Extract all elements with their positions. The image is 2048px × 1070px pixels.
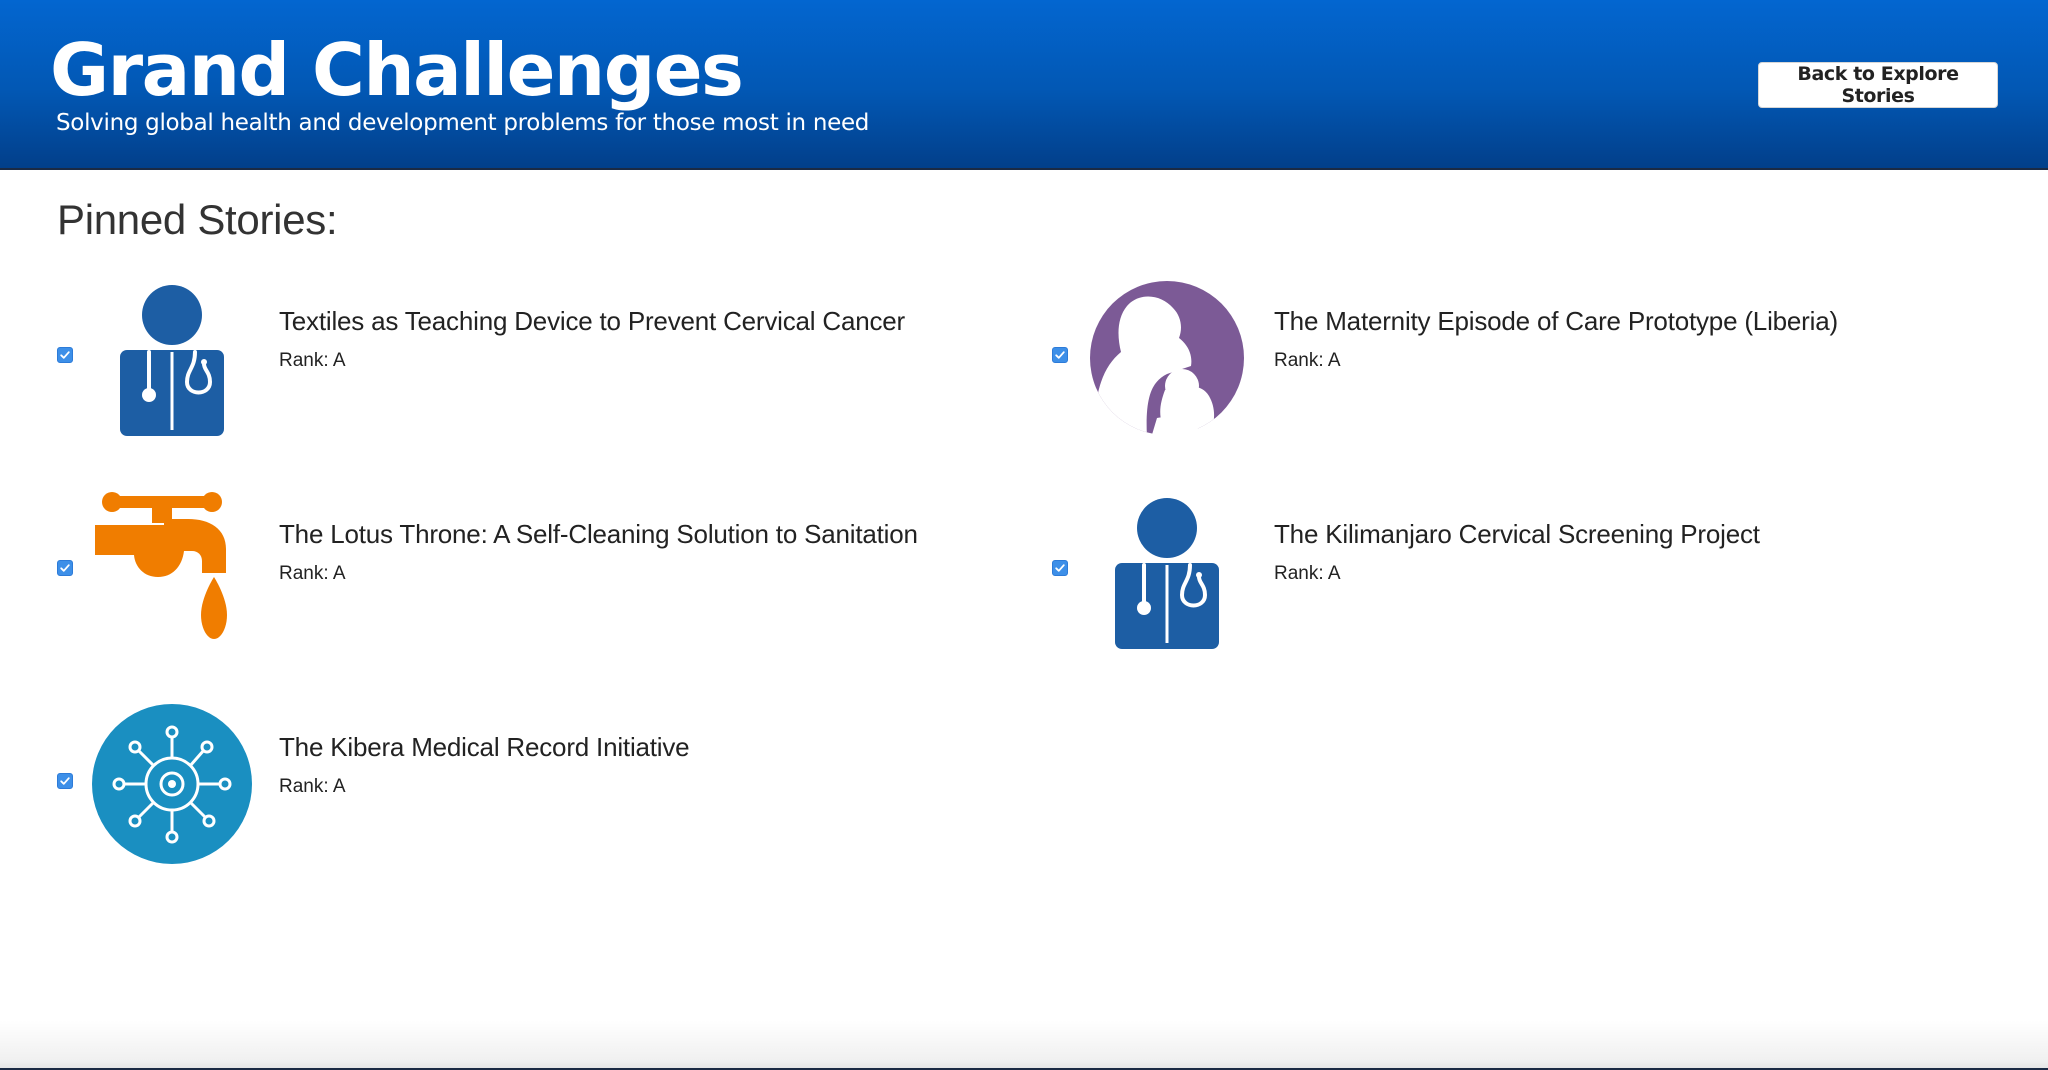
story-title-link[interactable]: The Lotus Throne: A Self-Cleaning Soluti… xyxy=(279,519,918,550)
story-item: The Kibera Medical Record Initiative Ran… xyxy=(57,704,1017,874)
site-title: Grand Challenges xyxy=(50,28,744,112)
pin-checkbox[interactable] xyxy=(1052,347,1068,363)
back-to-explore-stories-button[interactable]: Back to Explore Stories xyxy=(1758,62,1998,108)
story-rank: Rank: A xyxy=(279,563,346,584)
story-rank: Rank: A xyxy=(1274,350,1341,371)
story-title-link[interactable]: Textiles as Teaching Device to Prevent C… xyxy=(279,306,905,337)
checkmark-icon xyxy=(1055,351,1065,359)
doctor-icon xyxy=(92,278,252,438)
pin-checkbox[interactable] xyxy=(1052,560,1068,576)
site-tagline: Solving global health and development pr… xyxy=(56,110,870,136)
pin-checkbox[interactable] xyxy=(57,347,73,363)
site-header: Grand Challenges Solving global health a… xyxy=(0,0,2048,170)
story-rank: Rank: A xyxy=(279,350,346,371)
story-item: The Maternity Episode of Care Prototype … xyxy=(1052,278,2012,448)
mother-child-icon xyxy=(1087,278,1247,438)
pin-checkbox[interactable] xyxy=(57,560,73,576)
page-bottom-shadow xyxy=(0,1020,2048,1070)
pin-checkbox[interactable] xyxy=(57,773,73,789)
story-title-link[interactable]: The Kibera Medical Record Initiative xyxy=(279,732,690,763)
checkmark-icon xyxy=(60,777,70,785)
story-item: Textiles as Teaching Device to Prevent C… xyxy=(57,278,1017,448)
story-rank: Rank: A xyxy=(279,776,346,797)
checkmark-icon xyxy=(1055,564,1065,572)
doctor-icon xyxy=(1087,491,1247,651)
story-item: The Kilimanjaro Cervical Screening Proje… xyxy=(1052,491,2012,661)
virus-icon xyxy=(92,704,252,864)
page-title: Pinned Stories: xyxy=(57,196,338,243)
faucet-icon xyxy=(92,491,252,651)
story-item: The Lotus Throne: A Self-Cleaning Soluti… xyxy=(57,491,1017,661)
checkmark-icon xyxy=(60,564,70,572)
checkmark-icon xyxy=(60,351,70,359)
story-title-link[interactable]: The Maternity Episode of Care Prototype … xyxy=(1274,306,1838,337)
story-title-link[interactable]: The Kilimanjaro Cervical Screening Proje… xyxy=(1274,519,1760,550)
story-rank: Rank: A xyxy=(1274,563,1341,584)
